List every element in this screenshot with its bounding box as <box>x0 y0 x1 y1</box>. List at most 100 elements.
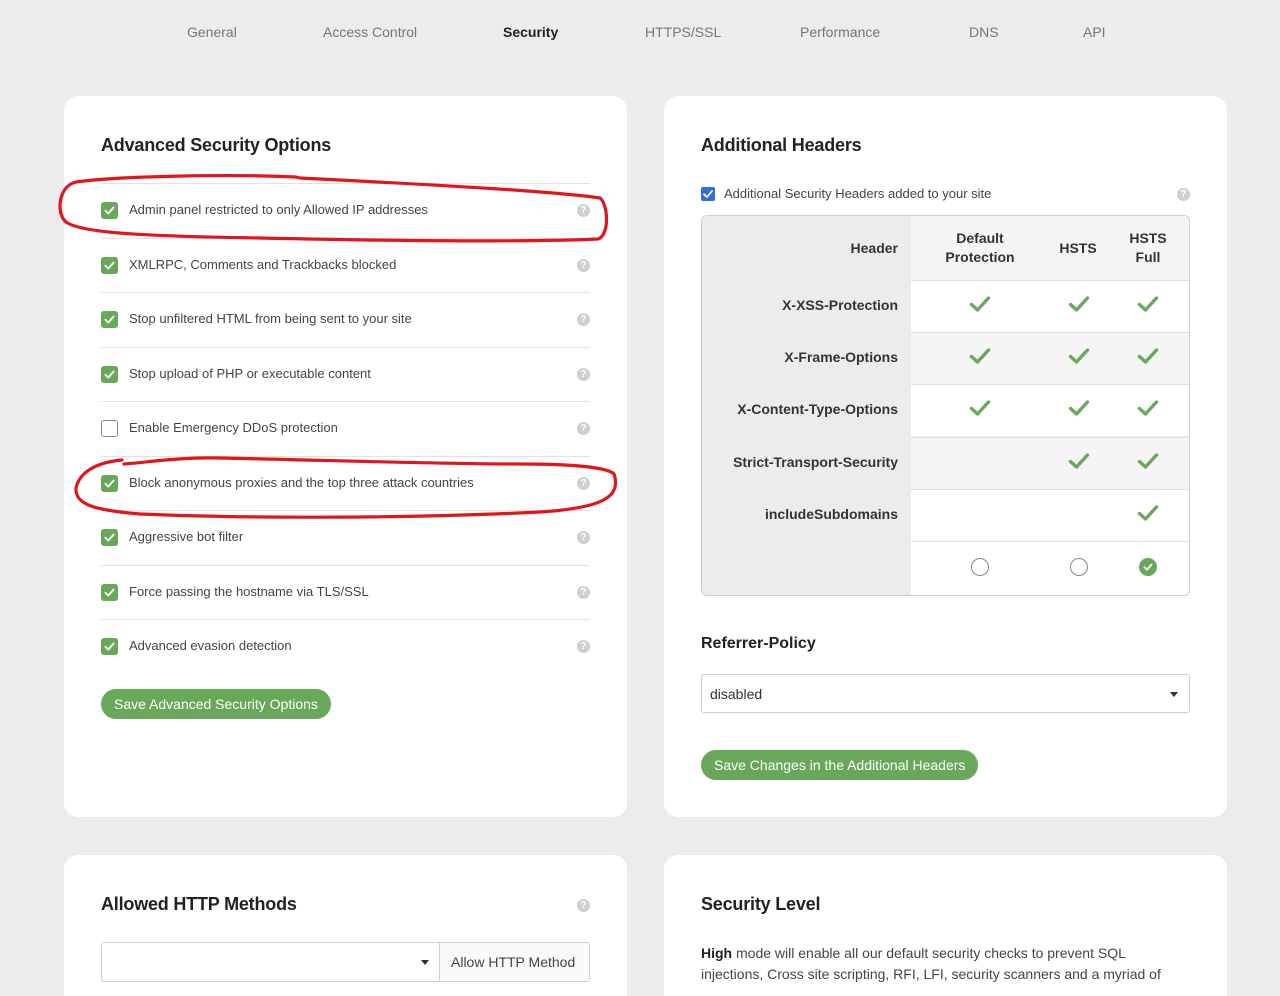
security-option-row: XMLRPC, Comments and Trackbacks blocked? <box>101 237 590 292</box>
advanced-security-title: Advanced Security Options <box>101 135 332 155</box>
headers-table-head-row: Header Default Protection HSTS HSTS Full <box>702 216 1189 280</box>
security-level-card: Security Level High mode will enable all… <box>664 855 1227 996</box>
security-option-label: Stop unfiltered HTML from being sent to … <box>129 311 412 326</box>
col-hsts-full: HSTS Full <box>1118 229 1178 267</box>
save-advanced-security-button[interactable]: Save Advanced Security Options <box>101 689 331 719</box>
question-circle-icon[interactable]: ? <box>577 531 590 544</box>
security-level-description-text: mode will enable all our default securit… <box>701 945 1161 982</box>
check-icon <box>104 588 115 596</box>
question-circle-icon[interactable]: ? <box>577 204 590 217</box>
additional-headers-checkbox-label: Additional Security Headers added to you… <box>724 186 992 201</box>
question-circle-icon[interactable]: ? <box>577 899 590 912</box>
additional-headers-title: Additional Headers <box>701 135 862 155</box>
security-option-checkbox[interactable] <box>101 638 118 655</box>
tab-dns[interactable]: DNS <box>969 24 999 40</box>
tab-https-ssl[interactable]: HTTPS/SSL <box>645 24 721 40</box>
col-hsts-full-line1: HSTS <box>1129 230 1167 246</box>
security-option-checkbox[interactable] <box>101 202 118 219</box>
check-icon <box>1068 295 1090 318</box>
col-default-protection: Default Protection <box>930 229 1030 267</box>
check-icon <box>104 642 115 651</box>
security-option-checkbox[interactable] <box>101 474 118 492</box>
top-navigation: General Access Control Security HTTPS/SS… <box>0 0 1280 66</box>
referrer-policy-select[interactable]: disabled <box>701 674 1190 713</box>
security-option-row: Aggressive bot filter? <box>101 510 590 564</box>
security-option-label: Aggressive bot filter <box>129 529 244 544</box>
allowed-http-methods-card: Allowed HTTP Methods ? Allow HTTP Method <box>64 855 627 996</box>
tab-general[interactable]: General <box>187 24 237 40</box>
security-option-row: Stop unfiltered HTML from being sent to … <box>101 292 590 346</box>
header-name: X-XSS-Protection <box>782 297 898 313</box>
additional-headers-card: Additional Headers Additional Security H… <box>664 96 1227 817</box>
question-circle-icon[interactable]: ? <box>577 476 590 490</box>
security-option-row: Block anonymous proxies and the top thre… <box>101 455 590 510</box>
check-icon <box>1068 347 1090 370</box>
check-icon <box>104 206 115 215</box>
security-level-description: High mode will enable all our default se… <box>701 943 1191 985</box>
default-protection-radio[interactable] <box>971 558 989 576</box>
tab-performance[interactable]: Performance <box>800 24 880 40</box>
col-hsts: HSTS <box>1059 240 1097 256</box>
additional-headers-checkbox[interactable] <box>701 187 715 201</box>
question-circle-icon[interactable]: ? <box>577 258 590 272</box>
headers-table-row: Strict-Transport-Security <box>702 436 1189 489</box>
question-circle-icon[interactable]: ? <box>577 313 590 326</box>
col-header-label: Header <box>850 240 898 256</box>
security-option-label: Enable Emergency DDoS protection <box>129 420 338 435</box>
security-option-label: XMLRPC, Comments and Trackbacks blocked <box>129 256 397 272</box>
security-option-checkbox[interactable] <box>101 256 118 274</box>
check-icon <box>104 261 115 269</box>
headers-table-row: X-Frame-Options <box>702 332 1189 385</box>
question-circle-icon[interactable]: ? <box>1177 188 1190 201</box>
header-name: X-Content-Type-Options <box>737 401 898 418</box>
security-option-row: Advanced evasion detection? <box>101 619 590 673</box>
security-option-row: Force passing the hostname via TLS/SSL? <box>101 564 590 619</box>
http-method-select[interactable] <box>101 942 440 982</box>
security-level-mode: High <box>701 945 733 961</box>
question-circle-icon[interactable]: ? <box>577 367 590 381</box>
security-option-row: Stop upload of PHP or executable content… <box>101 346 590 401</box>
check-icon <box>1143 563 1153 571</box>
headers-table-row: X-Content-Type-Options <box>702 384 1189 437</box>
security-option-checkbox[interactable] <box>101 365 118 383</box>
security-option-checkbox[interactable] <box>101 420 118 437</box>
header-name: Strict-Transport-Security <box>733 453 898 470</box>
security-option-row: Admin panel restricted to only Allowed I… <box>101 183 590 237</box>
check-icon <box>1137 399 1159 422</box>
hsts-full-radio[interactable] <box>1139 558 1157 576</box>
col-hsts-full-line2: Full <box>1135 249 1161 265</box>
check-icon <box>969 295 991 318</box>
security-option-label: Force passing the hostname via TLS/SSL <box>129 583 369 599</box>
headers-table: Header Default Protection HSTS HSTS Full… <box>701 215 1190 596</box>
headers-table-row: X-XSS-Protection <box>702 280 1189 332</box>
check-icon <box>1137 452 1159 475</box>
headers-table-row: includeSubdomains <box>702 488 1189 541</box>
security-option-checkbox[interactable] <box>101 529 118 546</box>
check-icon <box>104 533 115 542</box>
tab-api[interactable]: API <box>1083 24 1106 40</box>
referrer-policy-label: Referrer-Policy <box>701 635 816 652</box>
security-option-checkbox[interactable] <box>101 311 118 328</box>
advanced-security-card: Advanced Security Options Admin panel re… <box>64 96 627 817</box>
header-name: X-Frame-Options <box>784 349 898 366</box>
allow-http-method-button[interactable]: Allow HTTP Method <box>439 942 590 982</box>
question-circle-icon[interactable]: ? <box>577 585 590 599</box>
save-additional-headers-button[interactable]: Save Changes in the Additional Headers <box>701 750 979 780</box>
tab-access-control[interactable]: Access Control <box>323 24 417 40</box>
hsts-radio[interactable] <box>1070 558 1088 576</box>
security-option-label: Advanced evasion detection <box>129 638 292 653</box>
check-icon <box>703 190 713 198</box>
security-option-checkbox[interactable] <box>101 583 118 601</box>
security-option-label: Block anonymous proxies and the top thre… <box>129 474 474 490</box>
question-circle-icon[interactable]: ? <box>577 422 590 435</box>
allow-http-method-label: Allow HTTP Method <box>451 954 576 970</box>
col-default-line1: Default <box>956 230 1004 246</box>
check-icon <box>1068 399 1090 422</box>
check-icon <box>104 315 115 324</box>
security-option-label: Admin panel restricted to only Allowed I… <box>129 202 428 217</box>
security-level-title: Security Level <box>701 894 821 914</box>
tab-security[interactable]: Security <box>503 24 558 40</box>
security-option-label: Stop upload of PHP or executable content <box>129 365 371 381</box>
check-icon <box>1137 347 1159 370</box>
question-circle-icon[interactable]: ? <box>577 640 590 653</box>
